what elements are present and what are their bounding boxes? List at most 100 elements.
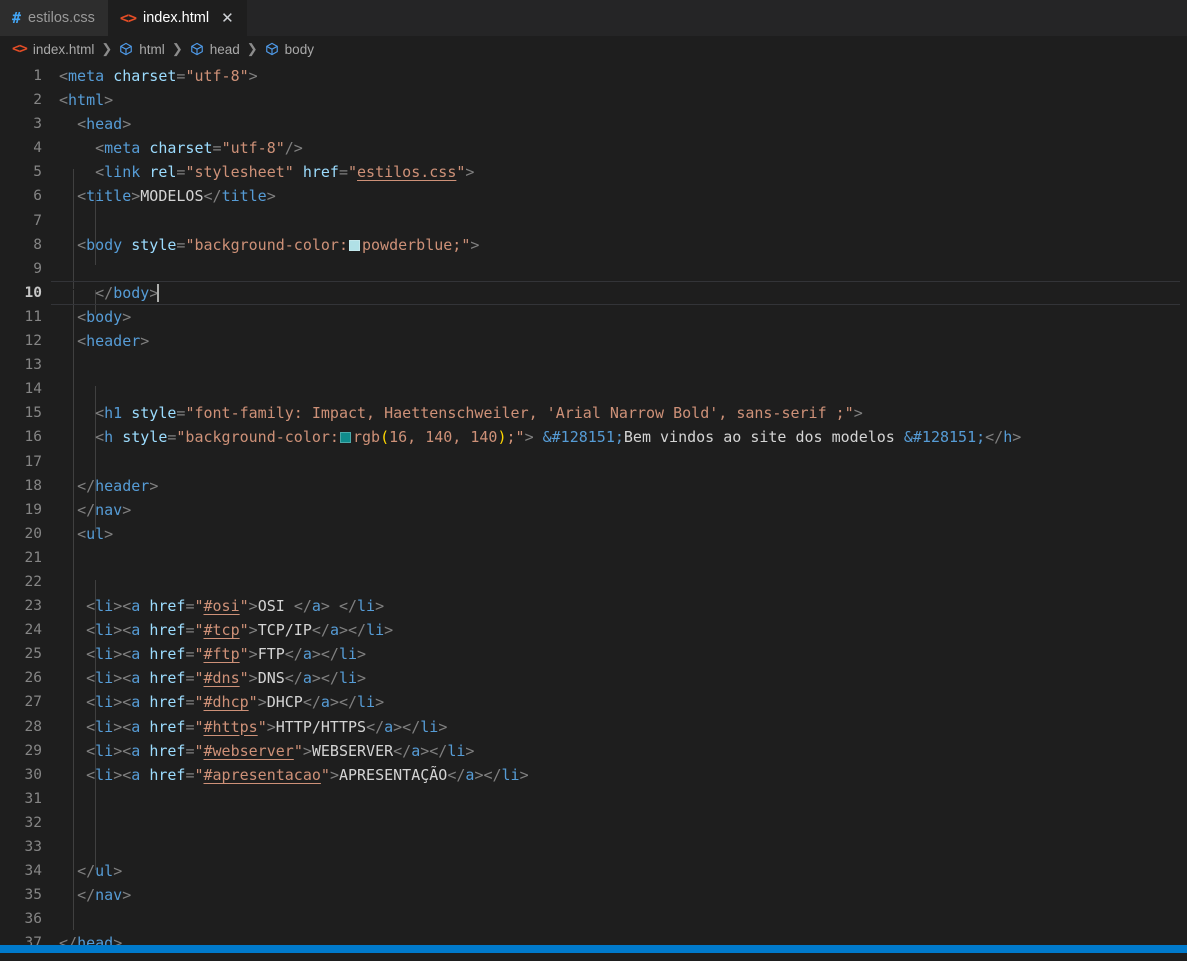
code-line[interactable]: 33	[0, 835, 1187, 859]
line-content: <body>	[77, 307, 132, 326]
breadcrumb-label: body	[284, 41, 314, 57]
code-line[interactable]: 29 <li><a href="#webserver">WEBSERVER</a…	[0, 739, 1187, 763]
line-content: <meta charset="utf-8"/>	[95, 139, 303, 158]
line-number: 20	[24, 525, 42, 542]
code-line[interactable]: 22	[0, 570, 1187, 594]
line-content: <li><a href="#tcp">TCP/IP</a></li>	[86, 621, 394, 640]
color-swatch-powderblue[interactable]	[349, 239, 360, 251]
line-content: <li><a href="#dhcp">DHCP</a></li>	[86, 693, 385, 712]
breadcrumb-label: html	[139, 41, 165, 57]
editor-tab-bar: # estilos.css <> index.html ✕	[0, 0, 1187, 36]
code-line[interactable]: 8 <body style="background-color: powderbl…	[0, 233, 1187, 257]
code-line[interactable]: 3 <head>	[0, 112, 1187, 136]
text-cursor	[157, 283, 160, 302]
line-content: <h style="background-color: rgb(16, 140, …	[95, 428, 1022, 447]
code-line[interactable]: 26 <li><a href="#dns">DNS</a></li>	[0, 666, 1187, 690]
code-editor[interactable]: 1 <meta charset="utf-8"> 2 <html> 3 <head>…	[0, 62, 1187, 953]
line-number: 7	[33, 212, 42, 229]
code-line[interactable]: 20 <ul>	[0, 522, 1187, 546]
line-content: <head>	[77, 115, 132, 134]
symbol-cube-icon	[119, 42, 133, 56]
line-number: 21	[24, 549, 42, 566]
line-number: 24	[24, 622, 42, 639]
line-number: 5	[33, 164, 42, 181]
line-content: <body style="background-color: powderblue…	[77, 235, 480, 254]
line-content: <title>MODELOS</title>	[77, 187, 276, 206]
line-content: </header>	[77, 476, 159, 495]
line-content: <li><a href="#https">HTTP/HTTPS</a></li>	[86, 717, 448, 736]
line-number: 35	[24, 887, 42, 904]
line-number: 9	[33, 260, 42, 277]
symbol-cube-icon	[190, 42, 204, 56]
code-line[interactable]: 14	[0, 377, 1187, 401]
line-content: <header>	[77, 332, 150, 351]
code-line[interactable]: 25 <li><a href="#ftp">FTP</a></li>	[0, 642, 1187, 666]
line-number: 2	[33, 92, 42, 109]
breadcrumb-item-html[interactable]: html	[119, 42, 165, 57]
symbol-cube-icon	[265, 42, 279, 56]
line-number: 14	[24, 381, 42, 398]
code-lines[interactable]: 1 <meta charset="utf-8"> 2 <html> 3 <head>…	[0, 62, 1187, 953]
line-number: 4	[33, 140, 42, 157]
code-line[interactable]: 31	[0, 787, 1187, 811]
line-number: 34	[24, 863, 42, 880]
line-number: 28	[24, 718, 42, 735]
line-content: <link rel="stylesheet" href="estilos.css…	[95, 163, 475, 182]
code-line[interactable]: 17	[0, 450, 1187, 474]
line-number: 12	[24, 333, 42, 350]
code-line[interactable]: 9	[0, 257, 1187, 281]
code-line[interactable]: 28 <li><a href="#https">HTTP/HTTPS</a></…	[0, 715, 1187, 739]
code-line[interactable]: 35 </nav>	[0, 883, 1187, 907]
line-number: 17	[24, 453, 42, 470]
tab-estilos-css[interactable]: # estilos.css	[0, 0, 108, 36]
code-line[interactable]: 15 <h1 style="font-family: Impact, Haett…	[0, 401, 1187, 425]
line-content: </nav>	[77, 500, 132, 519]
code-line[interactable]: 12 <header>	[0, 329, 1187, 353]
code-line-active[interactable]: 10 </body>	[0, 280, 1187, 306]
code-line[interactable]: 13	[0, 353, 1187, 377]
code-line[interactable]: 19 </nav>	[0, 498, 1187, 522]
code-line[interactable]: 24 <li><a href="#tcp">TCP/IP</a></li>	[0, 618, 1187, 642]
line-number: 19	[24, 501, 42, 518]
code-line[interactable]: 30 <li><a href="#apresentacao">APRESENTA…	[0, 763, 1187, 787]
line-number: 30	[24, 766, 42, 783]
line-number: 29	[24, 742, 42, 759]
tab-index-html[interactable]: <> index.html ✕	[107, 0, 247, 36]
line-number: 31	[24, 790, 42, 807]
code-line[interactable]: 23 <li><a href="#osi">OSI </a> </li>	[0, 594, 1187, 618]
code-line[interactable]: 4 <meta charset="utf-8"/>	[0, 136, 1187, 160]
breadcrumb-label: index.html	[32, 41, 95, 57]
code-line[interactable]: 16 <h style="background-color: rgb(16, 14…	[0, 425, 1187, 449]
line-content: <li><a href="#osi">OSI </a> </li>	[86, 597, 385, 616]
close-icon[interactable]: ✕	[221, 11, 234, 26]
html-angle-icon: <>	[12, 41, 28, 57]
code-line[interactable]: 34 </ul>	[0, 859, 1187, 883]
line-content: <li><a href="#apresentacao">APRESENTAÇÃO…	[86, 765, 529, 784]
code-line[interactable]: 7	[0, 209, 1187, 233]
line-content: <html>	[59, 91, 114, 110]
code-line[interactable]: 11 <body>	[0, 305, 1187, 329]
code-line[interactable]: 1 <meta charset="utf-8">	[0, 64, 1187, 88]
line-number: 16	[24, 429, 42, 446]
line-number: 15	[24, 405, 42, 422]
line-number: 23	[24, 598, 42, 615]
code-line[interactable]: 21	[0, 546, 1187, 570]
breadcrumb-item-head[interactable]: head	[190, 42, 240, 57]
color-swatch-teal[interactable]	[339, 432, 351, 444]
breadcrumb-item-body[interactable]: body	[265, 42, 314, 57]
tab-bar-empty-space	[246, 0, 1187, 36]
code-line[interactable]: 36	[0, 907, 1187, 931]
breadcrumb-separator-icon: ❯	[171, 41, 183, 56]
code-line[interactable]: 18 </header>	[0, 474, 1187, 498]
code-line[interactable]: 5 <link rel="stylesheet" href="estilos.c…	[0, 160, 1187, 184]
line-content: <meta charset="utf-8">	[59, 67, 258, 85]
status-bar	[0, 945, 1187, 953]
code-line[interactable]: 27 <li><a href="#dhcp">DHCP</a></li>	[0, 690, 1187, 714]
css-hash-icon: #	[12, 8, 22, 27]
breadcrumb-label: head	[209, 41, 240, 57]
code-line[interactable]: 2 <html>	[0, 88, 1187, 112]
line-number: 27	[24, 694, 42, 711]
code-line[interactable]: 32	[0, 811, 1187, 835]
breadcrumb-item-file[interactable]: <> index.html	[12, 41, 94, 57]
code-line[interactable]: 6 <title>MODELOS</title>	[0, 184, 1187, 208]
